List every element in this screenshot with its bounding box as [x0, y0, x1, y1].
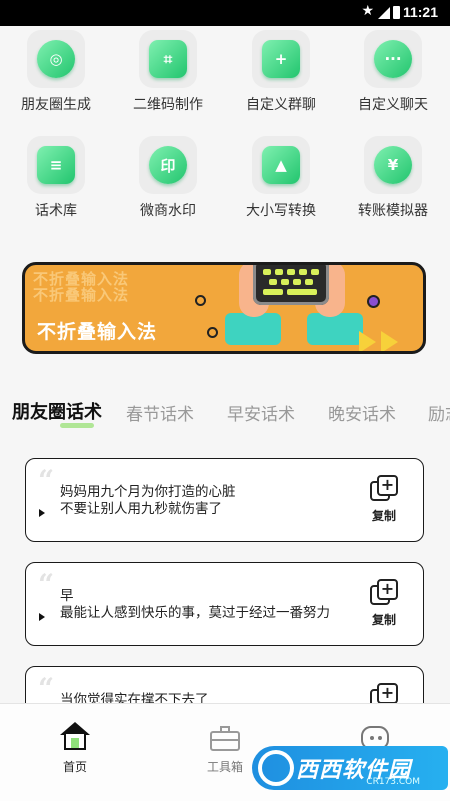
copy-button[interactable]: + 复制	[367, 475, 401, 524]
qr-scan-icon: ⌗	[149, 40, 187, 78]
tab-good-morning[interactable]: 早安话术	[227, 400, 295, 425]
site-watermark: 西西软件园 CR173.COM	[252, 746, 448, 790]
tab-spring-festival[interactable]: 春节话术	[126, 400, 194, 425]
phrase-text: 妈妈用九个月为你打造的心脏 不要让别人用九秒就伤害了	[60, 484, 236, 516]
copy-button[interactable]: + 复制	[367, 579, 401, 628]
tab-moments-phrases[interactable]: 朋友圈话术	[12, 398, 102, 424]
camera-aperture-icon: ◎	[37, 40, 75, 78]
signal-icon	[378, 7, 390, 19]
tool-label: 微商水印	[140, 202, 196, 218]
tool-phrase-library[interactable]: ≡ 话术库	[0, 136, 112, 220]
decor-dot	[207, 327, 218, 338]
tool-label: 转账模拟器	[358, 202, 428, 218]
battery-icon	[393, 6, 400, 19]
group-chat-add-icon: +	[262, 40, 300, 78]
yen-transfer-icon: ¥	[374, 146, 412, 184]
tool-qr-maker[interactable]: ⌗ 二维码制作	[112, 30, 224, 114]
tab-motivational[interactable]: 励志	[428, 400, 450, 425]
quote-icon: “	[38, 672, 55, 705]
tool-transfer-simulator[interactable]: ¥ 转账模拟器	[337, 136, 449, 220]
sleeve-right	[307, 313, 363, 345]
tool-custom-chat[interactable]: ··· 自定义聊天	[337, 30, 449, 114]
tool-custom-group-chat[interactable]: + 自定义群聊	[225, 30, 337, 114]
star-icon: ★	[361, 3, 374, 19]
toolbox-icon	[210, 726, 240, 752]
nav-home[interactable]: 首页	[35, 722, 115, 775]
tool-label: 话术库	[35, 202, 77, 218]
case-convert-icon: ▲	[262, 146, 300, 184]
keyboard-device-icon	[253, 265, 329, 305]
active-tab-indicator	[60, 423, 94, 428]
banner-background-text: 不折叠输入法 不折叠输入法	[33, 270, 130, 304]
banner-title: 不折叠输入法	[37, 321, 158, 343]
copy-label: 复制	[371, 509, 396, 523]
tool-label: 朋友圈生成	[21, 96, 91, 112]
category-tabs: 朋友圈话术 春节话术 早安话术 晚安话术 励志	[0, 398, 450, 432]
status-bar: ★ 11:21	[0, 0, 450, 26]
tool-label: 自定义群聊	[246, 96, 316, 112]
phrase-text: 早 最能让人感到快乐的事，莫过于经过一番努力	[60, 588, 330, 620]
tab-good-night[interactable]: 晚安话术	[328, 400, 396, 425]
quote-icon: “	[38, 464, 55, 497]
chat-bubble-icon: ···	[374, 40, 412, 78]
quote-icon: “	[38, 568, 55, 601]
copy-label: 复制	[371, 613, 396, 627]
decor-dot	[367, 295, 380, 308]
play-small-icon	[39, 509, 45, 517]
play-arrow-icon	[359, 331, 376, 351]
promo-banner[interactable]: 不折叠输入法 不折叠输入法 不折叠输入法	[22, 262, 426, 354]
message-lines-icon: ≡	[37, 146, 75, 184]
play-arrow-icon	[381, 331, 398, 351]
play-small-icon	[39, 613, 45, 621]
nav-label: 首页	[62, 760, 87, 774]
watermark-logo-icon	[258, 750, 294, 786]
tool-moments-generator[interactable]: ◎ 朋友圈生成	[0, 30, 112, 114]
tool-label: 二维码制作	[133, 96, 203, 112]
decor-dot	[195, 295, 206, 306]
tool-label: 大小写转换	[246, 202, 316, 218]
tool-case-convert[interactable]: ▲ 大小写转换	[225, 136, 337, 220]
tool-label: 自定义聊天	[358, 96, 428, 112]
copy-icon: +	[370, 475, 398, 503]
home-icon	[60, 722, 90, 752]
phrase-card: “ 妈妈用九个月为你打造的心脏 不要让别人用九秒就伤害了 + 复制	[25, 458, 424, 542]
copy-icon: +	[370, 579, 398, 607]
status-time: 11:21	[402, 4, 438, 20]
phrase-card: “ 早 最能让人感到快乐的事，莫过于经过一番努力 + 复制	[25, 562, 424, 646]
seal-stamp-icon: 印	[149, 146, 187, 184]
sleeve-left	[225, 313, 281, 345]
tool-watermark[interactable]: 印 微商水印	[112, 136, 224, 220]
